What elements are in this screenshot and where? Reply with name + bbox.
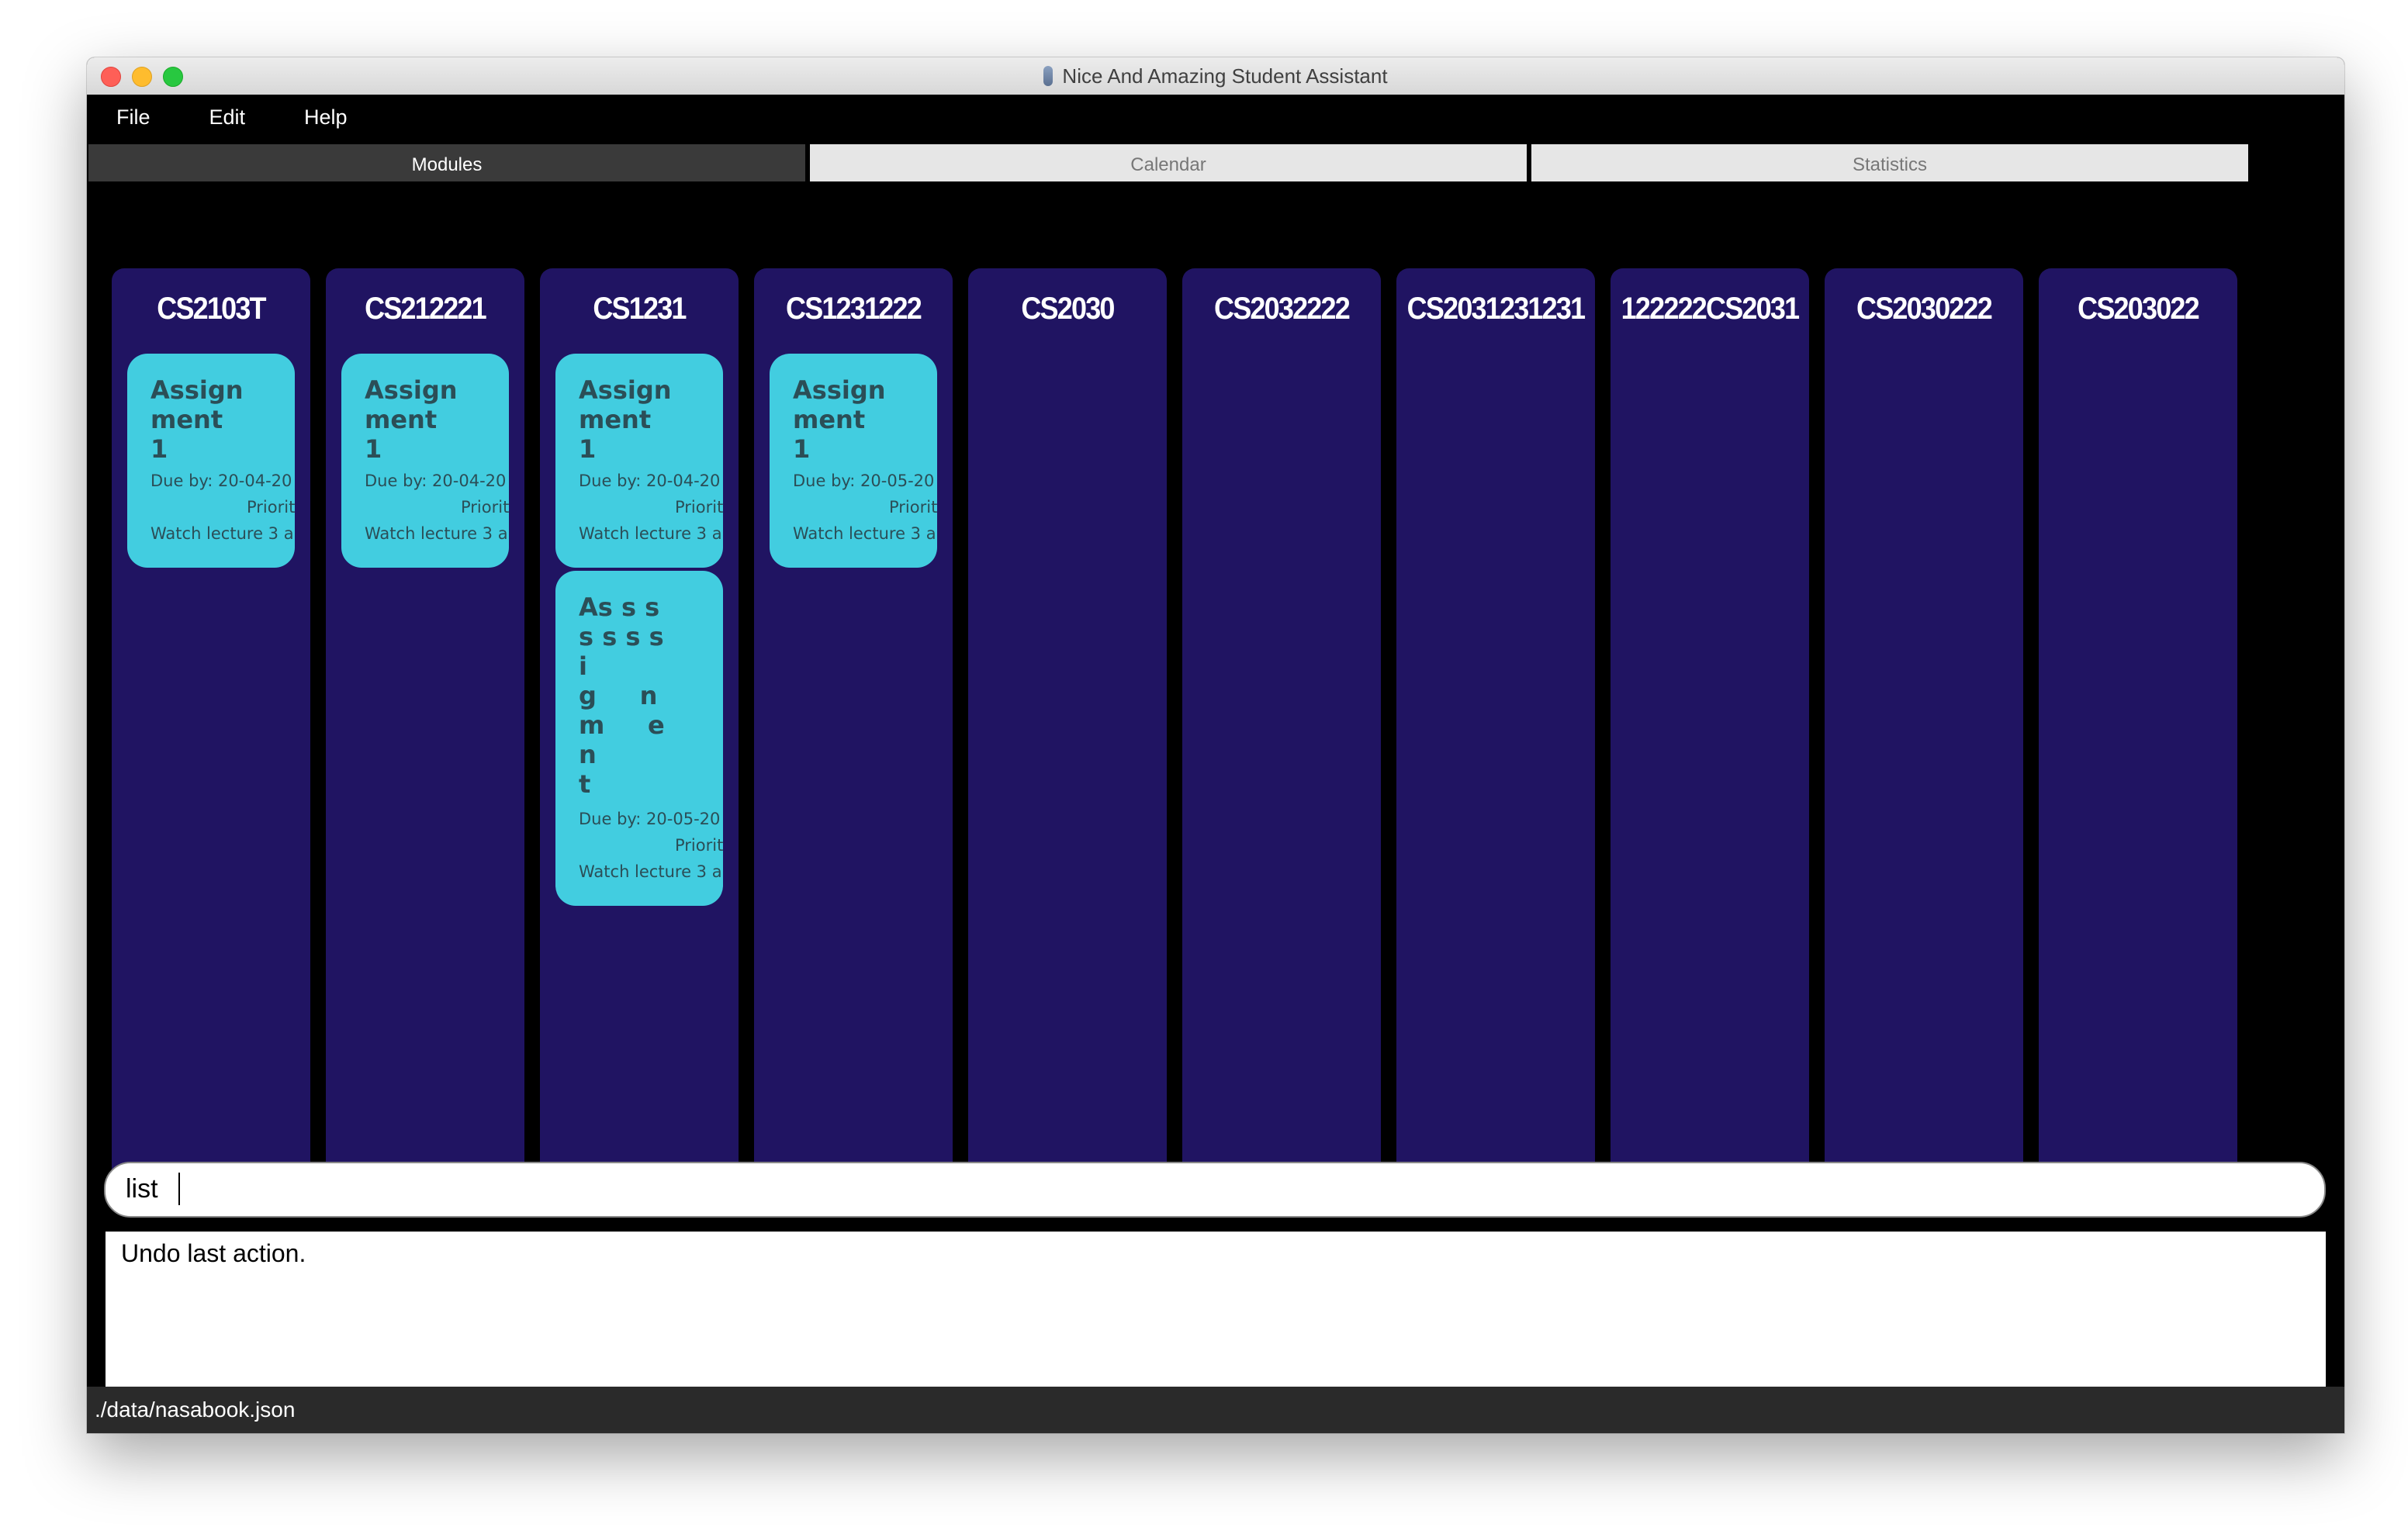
- result-display: Undo last action.: [106, 1232, 2326, 1387]
- assignment-title: Assign ment 1: [150, 375, 244, 464]
- module-code: CS203022: [2078, 292, 2200, 326]
- assignment-due-date: Due by: 20-05-20: [793, 472, 935, 490]
- assignment-priority: Priorit: [247, 498, 295, 517]
- assignment-title: Assign ment 1: [793, 375, 886, 464]
- assignment-card[interactable]: Assign ment 1 Due by: 20-04-20 Priorit Watc…: [341, 354, 509, 568]
- module-column[interactable]: CS2030: [968, 268, 1167, 1207]
- assignment-description: Watch lecture 3 ar: [793, 524, 937, 543]
- assignment-priority: Priorit: [675, 498, 723, 517]
- assignment-due-date: Due by: 20-04-20: [579, 472, 721, 490]
- assignment-card[interactable]: Assign ment 1 Due by: 20-05-20 Priorit Watc…: [770, 354, 937, 568]
- assignment-description: Watch lecture 3 ar: [579, 862, 723, 881]
- window-title: Nice And Amazing Student Assistant: [1062, 64, 1388, 88]
- assignment-description: Watch lecture 3 ar: [579, 524, 723, 543]
- module-column[interactable]: CS2103T Assign ment 1 Due by: 20-04-20 Prio…: [112, 268, 310, 1207]
- assignment-title: Assign ment 1: [579, 375, 672, 464]
- module-column[interactable]: CS2031231231: [1396, 268, 1595, 1207]
- module-code: CS1231222: [786, 292, 922, 326]
- app-icon: [1043, 66, 1054, 86]
- assignment-priority: Priorit: [675, 836, 723, 855]
- tab-modules[interactable]: Modules: [88, 144, 805, 186]
- module-code: CS2103T: [157, 292, 266, 326]
- menu-edit[interactable]: Edit: [180, 105, 275, 130]
- result-text: Undo last action.: [121, 1239, 306, 1267]
- assignment-due-date: Due by: 20-04-20: [365, 472, 507, 490]
- module-code: CS2030: [1021, 292, 1115, 326]
- module-code: 122222CS2031: [1621, 292, 1800, 326]
- assignment-description: Watch lecture 3 ar: [150, 524, 295, 543]
- tab-statistics[interactable]: Statistics: [1531, 144, 2248, 186]
- assignment-title: Assign ment 1: [365, 375, 458, 464]
- module-code: CS1231: [593, 292, 687, 326]
- module-column[interactable]: CS2032222: [1182, 268, 1381, 1207]
- title-bar: Nice And Amazing Student Assistant: [87, 57, 2344, 95]
- menu-help[interactable]: Help: [275, 105, 377, 130]
- menu-bar: File Edit Help: [87, 95, 2344, 140]
- text-caret: [178, 1173, 180, 1205]
- module-column[interactable]: 122222CS2031: [1611, 268, 1809, 1207]
- command-input-text[interactable]: list: [126, 1174, 158, 1204]
- module-board: CS2103T Assign ment 1 Due by: 20-04-20 Prio…: [87, 181, 2344, 1213]
- module-code: CS212221: [365, 292, 487, 326]
- command-input[interactable]: list: [104, 1162, 2326, 1218]
- module-column[interactable]: CS2030222: [1825, 268, 2023, 1207]
- module-column[interactable]: CS1231 Assign ment 1 Due by: 20-04-20 Prior…: [540, 268, 739, 1207]
- assignment-title: As s s s s s s i g n m e n t: [579, 593, 665, 799]
- assignment-due-date: Due by: 20-04-20: [150, 472, 292, 490]
- status-file-path: ./data/nasabook.json: [95, 1398, 296, 1422]
- menu-file[interactable]: File: [87, 105, 180, 130]
- assignment-card[interactable]: As s s s s s s i g n m e n t Due by: 20-0…: [555, 571, 723, 906]
- assignment-description: Watch lecture 3 ar: [365, 524, 509, 543]
- assignment-card[interactable]: Assign ment 1 Due by: 20-04-20 Priorit Watc…: [555, 354, 723, 568]
- module-column[interactable]: CS203022: [2039, 268, 2237, 1207]
- tab-calendar[interactable]: Calendar: [810, 144, 1527, 186]
- assignment-priority: Priorit: [889, 498, 937, 517]
- module-code: CS2031231231: [1406, 292, 1586, 326]
- app-window: Nice And Amazing Student Assistant File …: [87, 57, 2344, 1433]
- module-column[interactable]: CS212221 Assign ment 1 Due by: 20-04-20 Pri…: [326, 268, 524, 1207]
- module-code: CS2032222: [1214, 292, 1351, 326]
- assignment-due-date: Due by: 20-05-20: [579, 810, 721, 828]
- module-code: CS2030222: [1856, 292, 1993, 326]
- assignment-priority: Priorit: [461, 498, 509, 517]
- module-column[interactable]: CS1231222 Assign ment 1 Due by: 20-05-20 Pr…: [754, 268, 953, 1207]
- assignment-card[interactable]: Assign ment 1 Due by: 20-04-20 Priorit Watc…: [127, 354, 295, 568]
- status-bar: ./data/nasabook.json: [87, 1387, 2344, 1433]
